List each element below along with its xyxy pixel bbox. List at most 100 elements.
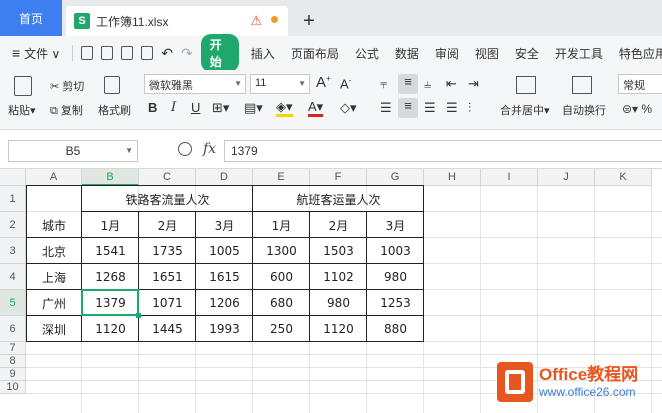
- data-cell[interactable]: 880: [367, 316, 424, 342]
- justify-icon[interactable]: ☰: [446, 100, 458, 116]
- fill-handle[interactable]: [136, 313, 141, 318]
- font-size-select[interactable]: 11 ▼: [250, 74, 310, 94]
- paste-button[interactable]: 粘贴▾: [8, 102, 36, 118]
- column-header[interactable]: B: [82, 169, 139, 186]
- wrap-text-icon[interactable]: [572, 76, 592, 94]
- month-header[interactable]: 1月: [82, 212, 139, 238]
- underline-button[interactable]: U: [191, 100, 200, 115]
- merge-center-icon[interactable]: [516, 76, 536, 94]
- currency-icon[interactable]: ⊜▾ %: [622, 102, 652, 116]
- copy-button[interactable]: ⧉ 复制: [50, 102, 83, 118]
- tab-file[interactable]: S 工作簿11.xlsx ⚠: [66, 6, 288, 36]
- column-header[interactable]: H: [424, 169, 481, 186]
- row-header[interactable]: 6: [0, 316, 26, 342]
- align-center-icon[interactable]: ≡: [398, 98, 418, 118]
- row-header[interactable]: 3: [0, 238, 26, 264]
- data-cell[interactable]: 1651: [139, 264, 196, 290]
- menu-security[interactable]: 安全: [507, 45, 547, 62]
- data-cell[interactable]: 1120: [310, 316, 367, 342]
- column-header[interactable]: G: [367, 169, 424, 186]
- row-header[interactable]: 5: [0, 290, 26, 316]
- row-header[interactable]: 4: [0, 264, 26, 290]
- city-cell[interactable]: 深圳: [26, 316, 82, 342]
- format-painter-button[interactable]: 格式刷: [98, 102, 131, 118]
- formula-input[interactable]: 1379: [224, 140, 662, 162]
- data-cell[interactable]: 1300: [253, 238, 310, 264]
- zoom-icon[interactable]: [178, 142, 192, 156]
- align-bottom-icon[interactable]: ⫨: [424, 76, 431, 92]
- data-cell[interactable]: 250: [253, 316, 310, 342]
- data-cell[interactable]: 680: [253, 290, 310, 316]
- column-header[interactable]: C: [139, 169, 196, 186]
- new-tab-button[interactable]: +: [292, 6, 326, 36]
- format-painter-icon[interactable]: [104, 76, 120, 94]
- indent-left-icon[interactable]: ⇤: [446, 76, 457, 92]
- month-header[interactable]: 1月: [253, 212, 310, 238]
- data-cell[interactable]: 1071: [139, 290, 196, 316]
- select-all-corner[interactable]: [0, 169, 26, 186]
- column-header[interactable]: D: [196, 169, 253, 186]
- month-header[interactable]: 3月: [367, 212, 424, 238]
- distributed-icon[interactable]: ⫶: [468, 100, 471, 116]
- data-cell[interactable]: 1206: [196, 290, 253, 316]
- column-header[interactable]: I: [481, 169, 538, 186]
- column-header[interactable]: E: [253, 169, 310, 186]
- row-header[interactable]: 1: [0, 186, 26, 212]
- data-cell[interactable]: 1541: [82, 238, 139, 264]
- wrap-text-button[interactable]: 自动换行: [562, 102, 606, 118]
- cell-style-icon[interactable]: ▤▾: [244, 100, 263, 116]
- undo-icon[interactable]: ↶: [157, 45, 177, 62]
- fill-color-icon[interactable]: ◈▾: [276, 100, 293, 117]
- data-cell[interactable]: 1445: [139, 316, 196, 342]
- increase-font-icon[interactable]: A+: [316, 74, 331, 91]
- data-cell[interactable]: 1993: [196, 316, 253, 342]
- data-cell[interactable]: 1003: [367, 238, 424, 264]
- data-cell[interactable]: 1735: [139, 238, 196, 264]
- data-cell[interactable]: 600: [253, 264, 310, 290]
- data-cell[interactable]: 980: [310, 290, 367, 316]
- row-header[interactable]: 8: [0, 355, 26, 368]
- menu-insert[interactable]: 插入: [243, 45, 283, 62]
- indent-right-icon[interactable]: ⇥: [468, 76, 479, 92]
- menu-start[interactable]: 开始: [200, 34, 239, 72]
- cut-button[interactable]: ✂ 剪切: [50, 78, 84, 94]
- data-cell[interactable]: 1615: [196, 264, 253, 290]
- city-cell[interactable]: 广州: [26, 290, 82, 316]
- name-box[interactable]: B5 ▼: [8, 140, 138, 162]
- merge-center-button[interactable]: 合并居中▾: [500, 102, 550, 118]
- align-top-icon[interactable]: ⫧: [380, 76, 387, 92]
- column-header[interactable]: K: [595, 169, 652, 186]
- align-right-icon[interactable]: ☰: [424, 100, 436, 116]
- function-icon[interactable]: fx: [203, 141, 216, 157]
- menu-developer[interactable]: 开发工具: [547, 45, 611, 62]
- column-header[interactable]: A: [26, 169, 82, 186]
- data-cell[interactable]: 1102: [310, 264, 367, 290]
- font-color-icon[interactable]: A▾: [308, 100, 324, 117]
- column-header[interactable]: F: [310, 169, 367, 186]
- save-icon[interactable]: [81, 46, 94, 60]
- row-header[interactable]: 7: [0, 342, 26, 355]
- month-header[interactable]: 2月: [139, 212, 196, 238]
- row-header[interactable]: 2: [0, 212, 26, 238]
- data-cell[interactable]: 1253: [367, 290, 424, 316]
- clear-format-icon[interactable]: ◇▾: [340, 100, 357, 116]
- border-icon[interactable]: ⊞▾: [212, 100, 229, 116]
- font-name-select[interactable]: 微软雅黑 ▼: [144, 74, 246, 94]
- month-header[interactable]: 3月: [196, 212, 253, 238]
- menu-view[interactable]: 视图: [467, 45, 507, 62]
- month-header[interactable]: 2月: [310, 212, 367, 238]
- menu-review[interactable]: 审阅: [427, 45, 467, 62]
- number-format-select[interactable]: 常规: [618, 74, 662, 94]
- data-cell[interactable]: 1005: [196, 238, 253, 264]
- bold-button[interactable]: B: [148, 100, 157, 115]
- decrease-font-icon[interactable]: A-: [340, 76, 351, 91]
- tab-home[interactable]: 首页: [0, 0, 62, 36]
- export-pdf-icon[interactable]: [101, 46, 114, 60]
- paste-icon[interactable]: [14, 76, 32, 96]
- header-air[interactable]: 航班客运量人次: [253, 186, 424, 212]
- data-cell[interactable]: 1120: [82, 316, 139, 342]
- align-middle-icon[interactable]: ≡: [398, 74, 418, 94]
- column-header[interactable]: J: [538, 169, 595, 186]
- city-cell[interactable]: 北京: [26, 238, 82, 264]
- menu-features[interactable]: 特色应用: [611, 45, 662, 62]
